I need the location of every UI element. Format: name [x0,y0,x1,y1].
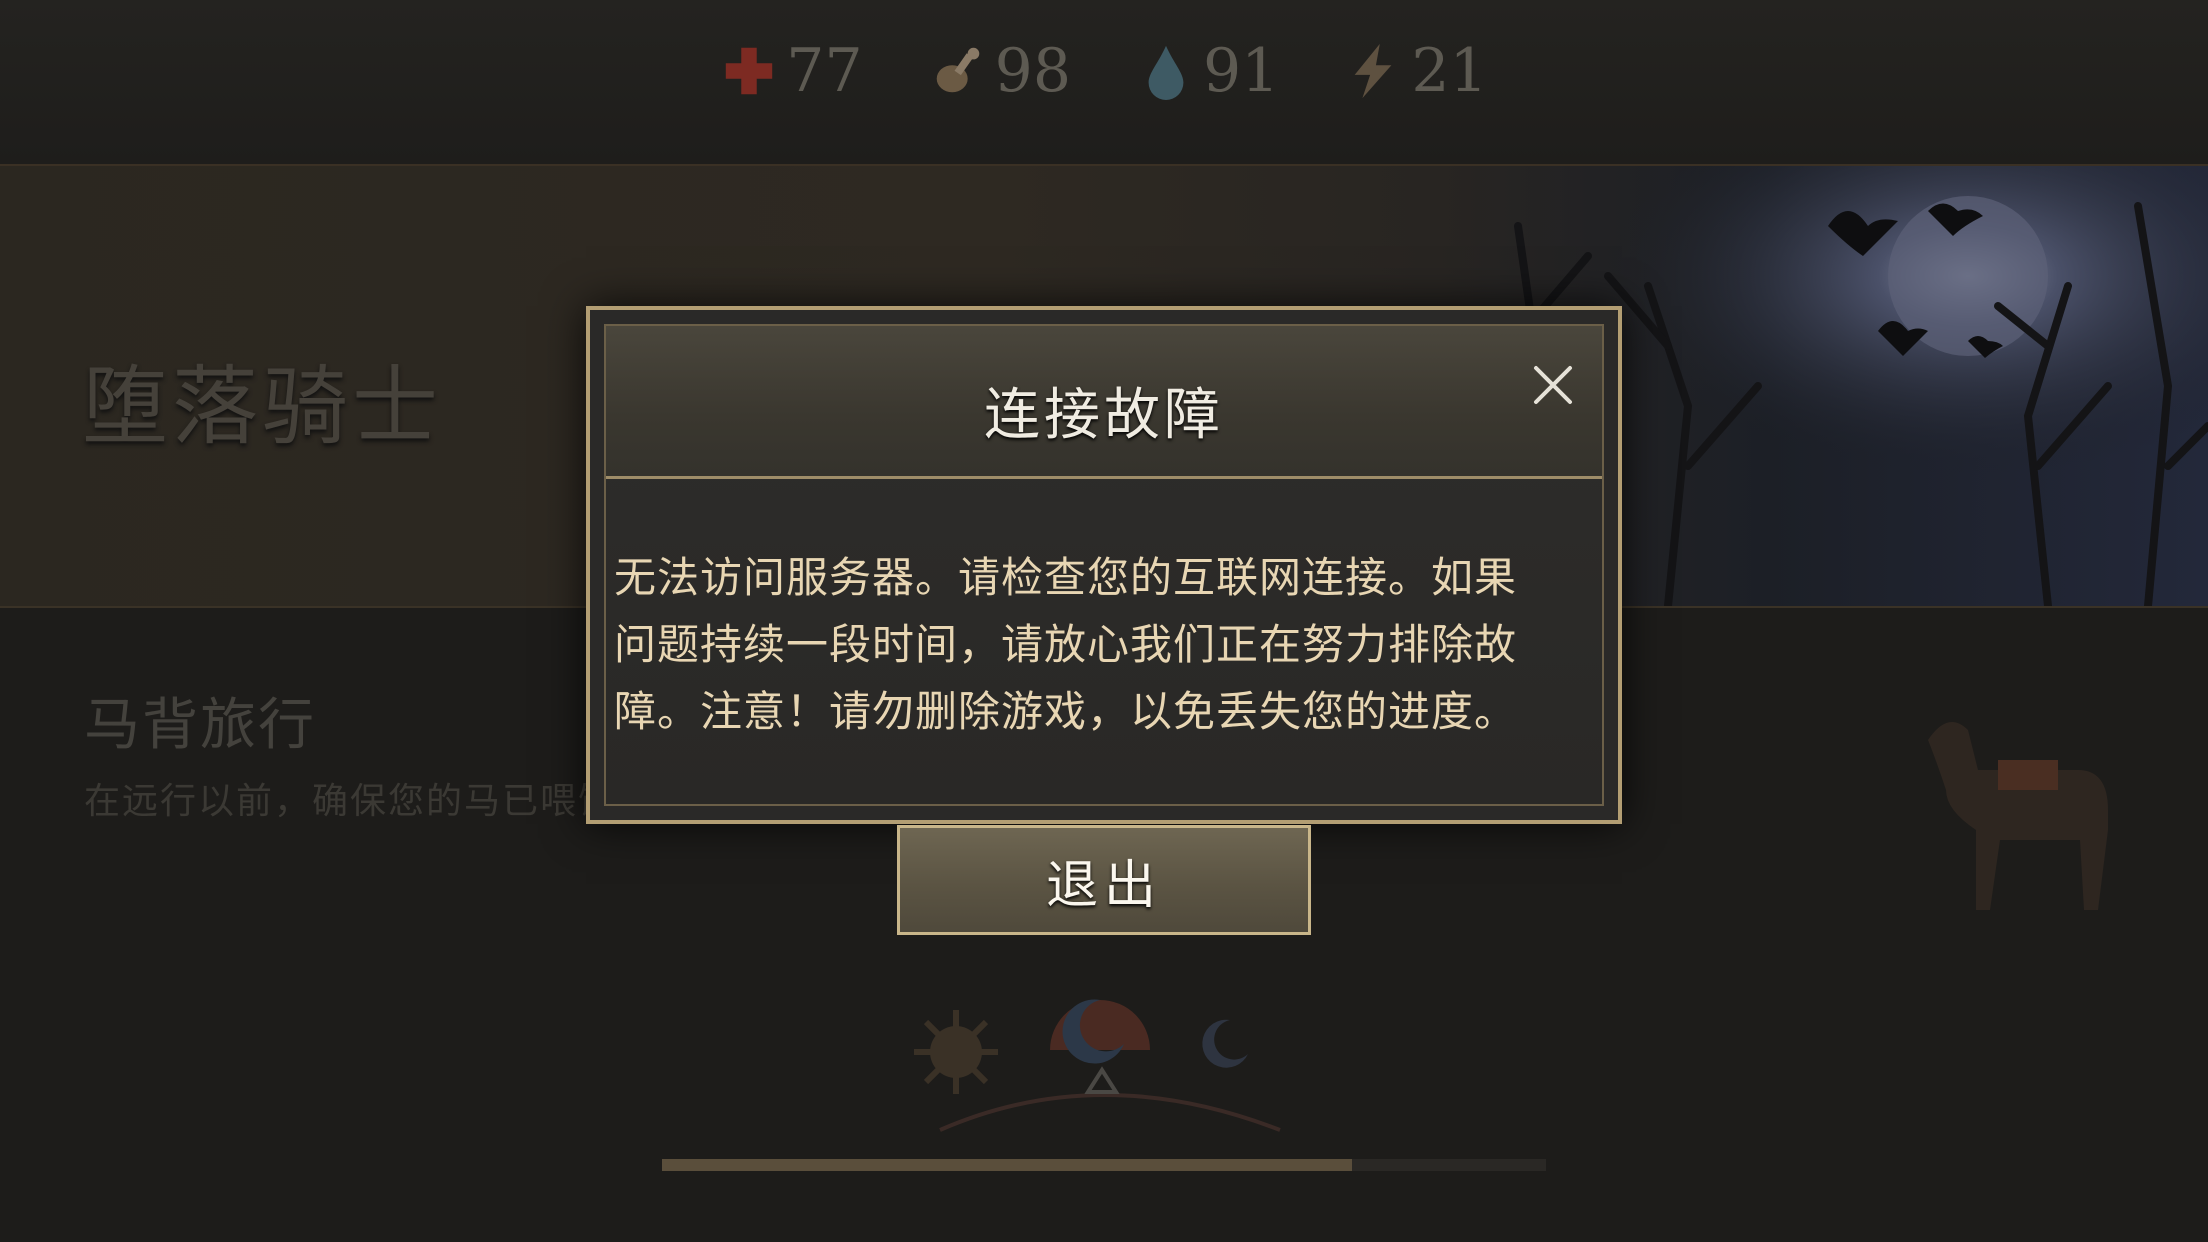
progress-fill [662,1159,1352,1171]
dialog-message-line: 无法访问服务器。请检查您的互联网连接。如果 [614,553,1518,602]
activity-title: 马背旅行 [84,693,316,758]
dialog-header: 连接故障 [606,326,1602,479]
activity-description: 在远行以前，确保您的马已喂饱。 [84,781,655,822]
dialog-inner: 连接故障 无法访问服务器。请检查您的互联网连接。如果 问题持续一段时间，请放心我… [604,324,1604,806]
energy-bolt-icon [1355,43,1392,99]
health-cross-icon [726,47,773,95]
exit-button[interactable]: 退出 [897,825,1311,935]
health-value: 77 [786,36,863,106]
dialog-message-line: 问题持续一段时间，请放心我们正在努力排除故 [614,620,1518,669]
food-stat: 98 [929,36,1071,106]
food-value: 98 [994,36,1071,106]
water-stat: 91 [1137,36,1279,106]
water-drop-icon [1148,45,1184,100]
health-stat: 77 [720,36,863,106]
energy-value: 21 [1411,36,1488,106]
dialog-title: 连接故障 [984,383,1224,448]
dialog-message: 无法访问服务器。请检查您的互联网连接。如果 问题持续一段时间，请放心我们正在努力… [614,544,1594,745]
stats-row: 77 98 91 21 [0,36,2208,106]
location-title: 堕落骑士 [82,357,442,457]
top-status-bar: 77 98 91 21 [0,0,2208,167]
close-icon[interactable] [1528,360,1578,410]
connection-error-dialog: 连接故障 无法访问服务器。请检查您的互联网连接。如果 问题持续一段时间，请放心我… [586,306,1622,824]
travel-progress-bar [662,1159,1546,1171]
dialog-message-line: 障。注意！请勿删除游戏，以免丢失您的进度。 [614,687,1518,736]
day-night-indicator [914,999,1281,1132]
water-value: 91 [1203,36,1280,106]
energy-stat: 21 [1345,36,1488,106]
food-meat-icon [936,47,979,93]
horse-icon [1928,722,2108,910]
